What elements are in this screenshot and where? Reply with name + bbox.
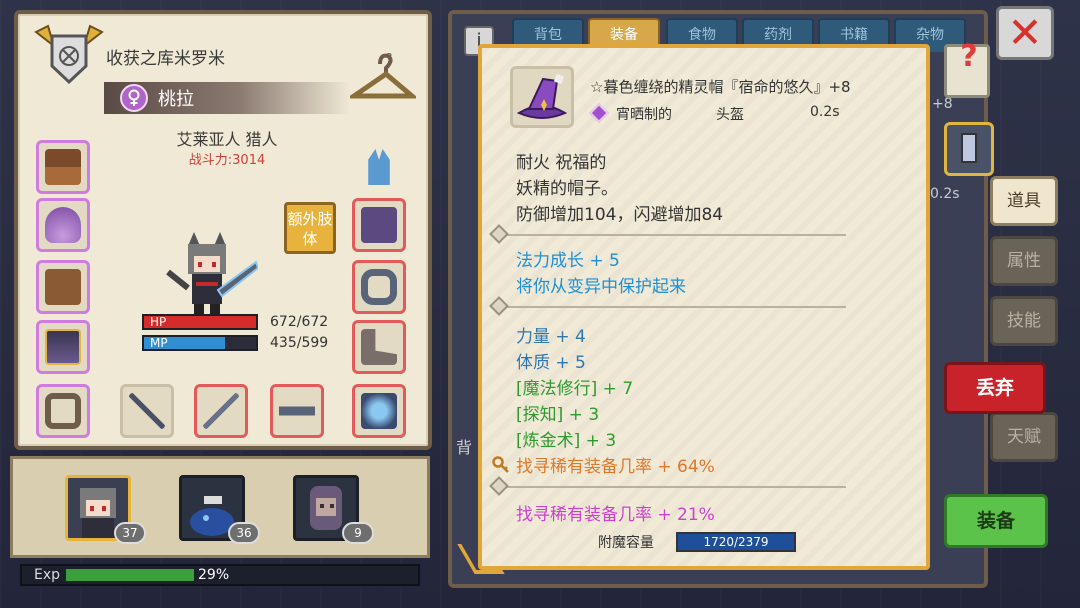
hp-row: HP 672/672 [142,314,328,330]
character-name: 桃拉 [158,89,194,110]
enchant-line-2: 将你从变异中保护起来 [516,277,686,297]
enchant-capacity-value: 1720/2379 [703,535,769,549]
spear-icon [203,393,239,429]
item-speed: 0.2s [810,104,840,120]
shell-icon [45,207,81,243]
hp-label: HP [150,315,167,329]
equip-slot-blue-crystal[interactable] [352,140,406,194]
equip-slot-hat[interactable] [36,140,90,194]
equip-slot-weapon-1[interactable] [120,384,174,438]
stat-line-4: [探知] + 3 [516,405,600,425]
item-material: 宵晒制的 [616,107,672,123]
hp-bar: HP [142,314,258,330]
partial-number: +8 [932,96,953,112]
stat-line-1: 力量 + 4 [516,327,586,347]
equip-slot-amulet[interactable] [36,198,90,252]
item-title: ☆暮色缠绕的精灵帽『宿命的悠久』+8 [590,78,851,96]
equip-slot-weapon-3[interactable] [270,384,324,438]
separator-3 [489,476,846,496]
device-item-icon[interactable] [944,122,994,176]
side-tab-talent[interactable]: 天赋 [990,412,1058,462]
blue-crystal-icon [368,149,390,185]
armor-icon [45,329,81,365]
belt-icon [361,269,397,305]
ring-icon [45,393,81,429]
partial-bag-label: 背 [456,438,473,457]
discard-button[interactable]: 丢弃 [944,362,1046,414]
party-bar: 37 36 9 [10,456,430,558]
party-member-2[interactable]: 36 [179,475,260,544]
mp-bar: MP [142,335,258,351]
exp-fill [66,569,194,581]
gun-icon [279,393,315,429]
key-icon [492,456,509,473]
lantern-icon [361,393,397,429]
help-icon[interactable]: ? [952,40,986,76]
exp-percent: 29% [198,567,230,583]
separator-diamond-icon [489,476,509,496]
equip-slot-boots[interactable] [352,320,406,374]
party-member-2-level: 36 [228,522,260,544]
exp-bar: Exp 29% [20,564,420,586]
mp-row: MP 435/599 [142,335,328,351]
stat-line-6: 找寻稀有装备几率 + 64% [516,457,715,477]
party-member-3-level: 9 [342,522,374,544]
equip-slot-ring[interactable] [36,384,90,438]
separator-diamond-icon [489,224,509,244]
character-sprite [166,232,258,320]
enchant-capacity-bar: 1720/2379 [676,532,796,552]
enchant-line-1: 法力成长 + 5 [516,251,620,271]
character-panel: 收获之库米罗米 ? 桃拉 艾莱亚人 猎人 战斗力:3014 额外肢体 HP 67… [14,10,432,450]
extra-limb-button[interactable]: 额外肢体 [284,202,336,254]
character-name-banner: 桃拉 [104,82,350,114]
stat-line-3: [魔法修行] + 7 [516,379,634,399]
party-member-1[interactable]: 37 [65,475,146,544]
desc-line-3: 防御增加104，闪避增加84 [516,205,724,225]
close-button[interactable]: ✕ [996,6,1054,60]
separator-1 [489,224,846,244]
boots-icon [361,329,397,365]
hanger-icon[interactable]: ? [350,50,416,102]
equip-slot-belt[interactable] [352,260,406,314]
wizard-hat-icon [510,66,574,128]
hp-value: 672/672 [270,314,329,330]
svg-text:?: ? [386,51,392,65]
device-screen [961,133,977,163]
party-member-1-level: 37 [114,522,146,544]
desc-line-1: 耐火 祝福的 [516,153,607,173]
equip-slot-weapon-2[interactable] [194,384,248,438]
exp-label: Exp [34,567,61,583]
desc-line-2: 妖精的帽子。 [516,179,618,199]
stat-line-5: [炼金术] + 3 [516,431,617,451]
side-tab-items[interactable]: 道具 [990,176,1058,226]
item-tooltip: ☆暮色缠绕的精灵帽『宿命的悠久』+8 宵晒制的 头盔 0.2s 耐火 祝福的 妖… [457,44,930,574]
separator-diamond-icon [489,296,509,316]
material-gem-icon [589,103,609,123]
mp-label: MP [150,336,168,350]
gauntlet-icon [361,207,397,243]
equip-slot-lantern[interactable] [352,384,406,438]
item-slot: 头盔 [716,107,744,123]
mp-value: 435/599 [270,335,329,351]
separator-2 [489,296,846,316]
scythe-icon [129,393,165,429]
female-gender-icon [120,84,148,112]
side-tab-attributes[interactable]: 属性 [990,236,1058,286]
treasure-chest-icon [45,149,81,185]
equip-slot-gauntlet[interactable] [352,198,406,252]
equip-slot-cloak[interactable] [36,260,90,314]
equip-slot-armor[interactable] [36,320,90,374]
party-member-3[interactable]: 9 [293,475,374,544]
side-tab-skills[interactable]: 技能 [990,296,1058,346]
equip-button[interactable]: 装备 [944,494,1048,548]
partial-time: 0.2s [930,186,960,202]
stat-line-2: 体质 + 5 [516,353,586,373]
cloak-icon [45,269,81,305]
guild-name: 收获之库米罗米 [106,49,225,69]
stat-line-7: 找寻稀有装备几率 + 21% [516,505,715,525]
enchant-capacity-label: 附魔容量 [598,535,654,551]
guild-emblem-icon [34,24,104,85]
